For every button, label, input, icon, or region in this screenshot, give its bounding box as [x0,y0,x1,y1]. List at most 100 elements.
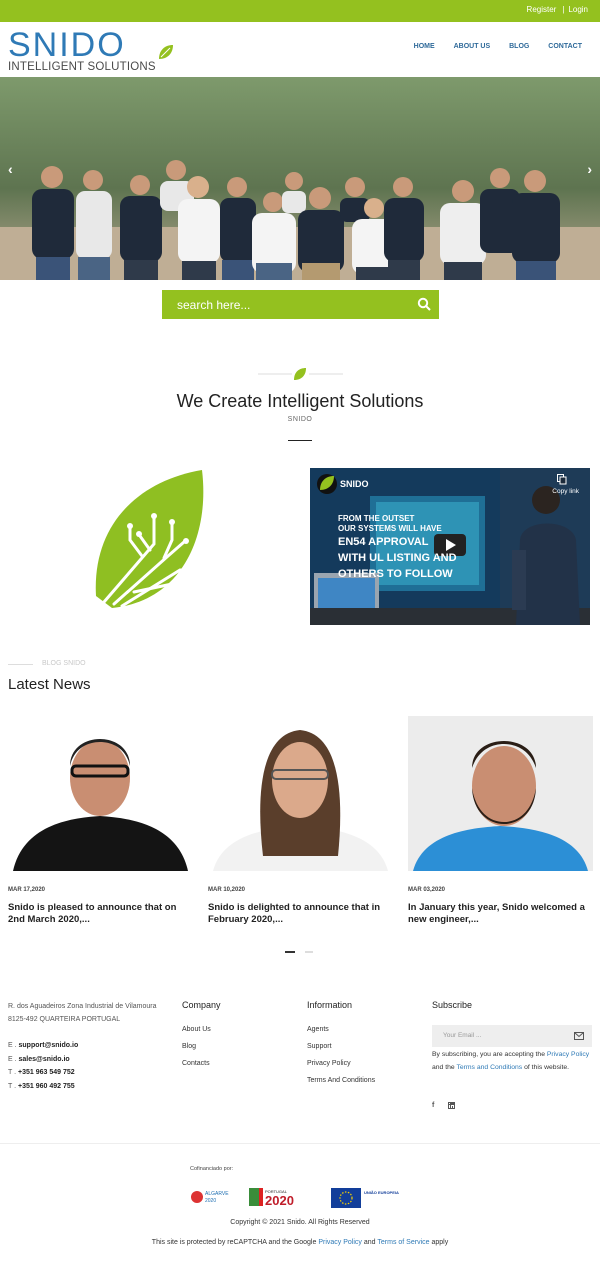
recaptcha-text: This site is protected by reCAPTCHA and … [151,1239,317,1246]
recaptcha-and: and [363,1239,376,1246]
contact-phone[interactable]: +351 960 492 755 [18,1083,75,1090]
portugal-logo-year: 2020 [265,1193,294,1208]
contact-label: T . [8,1082,17,1090]
news-title[interactable]: In January this year, Snido welcomed a n… [408,902,593,926]
logo-subtitle: INTELLIGENT SOLUTIONS [8,61,156,73]
contact-label: T . [8,1069,17,1076]
news-card[interactable]: MAR 03,2020 In January this year, Snido … [408,716,593,925]
news-card[interactable]: MAR 17,2020 Snido is pleased to announce… [8,716,193,925]
video-line-1: FROM THE OUTSET [338,514,415,523]
contact-row: T . +351 960 492 755 [8,1080,78,1094]
kicker-line [8,664,33,665]
footer-link-agents[interactable]: Agents [307,1026,375,1043]
video-line-3: EN54 APPROVAL [338,536,429,548]
contact-row: T . +351 963 549 752 [8,1066,78,1080]
google-terms-link[interactable]: Terms of Service [377,1239,429,1246]
hero-slider: ‹ › [0,77,600,280]
contact-label: E . [8,1055,17,1063]
leaf-ornament-icon [258,368,343,380]
video-embed[interactable]: SNIDO Copy link FROM THE OUTSET OUR SYST… [310,468,590,625]
news-kicker: BLOG SNIDO [42,660,86,667]
portugal-2020-logo: PORTUGAL 2020 [249,1188,294,1208]
contact-row: E . sales@snido.io [8,1053,78,1067]
news-card[interactable]: MAR 10,2020 Snido is delighted to announ… [208,716,393,925]
contact-row: E . support@snido.io [8,1039,78,1053]
google-privacy-link[interactable]: Privacy Policy [318,1239,362,1246]
contact-email[interactable]: support@snido.io [19,1042,79,1049]
main-nav: HOME ABOUT US BLOG CONTACT [397,43,582,50]
algarve-logo-text: ALGARVE [205,1191,229,1197]
title-divider [288,440,312,441]
news-date: MAR 17,2020 [8,887,46,893]
logo-wordmark: SNIDO [8,26,126,64]
footer-subscribe: Subscribe [432,1000,472,1026]
slider-next-button[interactable]: › [587,161,592,177]
footer-address: R. dos Aguadeiros Zona Industrial de Vil… [8,1003,157,1023]
carousel-dot[interactable] [305,951,313,953]
search-icon[interactable] [417,297,431,311]
footer-link-terms[interactable]: Terms And Conditions [307,1077,375,1094]
nav-contact[interactable]: CONTACT [548,43,582,50]
consent-text: and the [432,1064,455,1071]
video-line-4: WITH UL LISTING AND [338,552,457,564]
carousel-dot-active[interactable] [285,951,295,953]
cofinanced-label: Cofinanciado por: [190,1166,234,1172]
logo[interactable]: SNIDO INTELLIGENT SOLUTIONS [8,26,173,73]
email-field[interactable]: Your Email ... [432,1025,592,1047]
footer-information: Information Agents Support Privacy Polic… [307,1000,375,1094]
social-links: f [432,1102,456,1109]
team-photo [0,77,600,280]
nav-home[interactable]: HOME [414,43,435,50]
subscribe-consent: By subscribing, you are accepting the Pr… [432,1048,592,1074]
video-line-5: OTHERS TO FOLLOW [338,568,453,580]
nav-about-us[interactable]: ABOUT US [454,43,491,50]
search-bar[interactable]: search here... [162,290,439,319]
envelope-icon[interactable] [574,1032,584,1040]
recaptcha-notice: This site is protected by reCAPTCHA and … [0,1239,600,1246]
news-date: MAR 03,2020 [408,887,446,893]
contact-phone[interactable]: +351 963 549 752 [18,1069,75,1076]
facebook-icon[interactable]: f [432,1102,434,1109]
account-links: Register | Login [521,5,588,14]
news-date: MAR 10,2020 [208,887,246,893]
circuit-leaf-icon [95,470,204,608]
footer-link-about-us[interactable]: About Us [182,1026,221,1043]
footer-link-support[interactable]: Support [307,1043,375,1060]
contact-label: E . [8,1042,17,1049]
privacy-policy-link[interactable]: Privacy Policy [547,1051,589,1058]
eu-logo: UNIÃO EUROPEIA [331,1188,399,1208]
top-bar: Register | Login [0,0,600,22]
footer-divider [0,1143,600,1144]
funding-logos: ALGARVE 2020 PORTUGAL 2020 UNIÃO EUROPEI… [191,1188,399,1208]
news-photo [408,716,593,871]
footer-contacts: E . support@snido.io E . sales@snido.io … [8,1039,78,1093]
news-title[interactable]: Snido is delighted to announce that in F… [208,902,393,926]
footer-link-privacy[interactable]: Privacy Policy [307,1060,375,1077]
register-link[interactable]: Register [527,5,557,14]
footer-link-contacts[interactable]: Contacts [182,1060,221,1077]
consent-text: of this website. [524,1064,570,1071]
separator: | [562,5,565,14]
news-title[interactable]: Snido is pleased to announce that on 2nd… [8,902,193,926]
copy-link-button[interactable]: Copy link [552,488,579,495]
site-header: SNIDO INTELLIGENT SOLUTIONS HOME ABOUT U… [0,22,600,77]
algarve-logo-year: 2020 [205,1198,216,1204]
news-photo [8,716,193,871]
footer-link-blog[interactable]: Blog [182,1043,221,1060]
linkedin-icon[interactable] [448,1102,456,1109]
recaptcha-text: apply [431,1239,449,1246]
login-link[interactable]: Login [568,5,588,14]
nav-blog[interactable]: BLOG [509,43,529,50]
section-subtitle: SNIDO [287,416,313,423]
terms-link[interactable]: Terms and Conditions [456,1064,522,1071]
contact-email[interactable]: sales@snido.io [19,1056,70,1063]
video-overlay-text: FROM THE OUTSET OUR SYSTEMS WILL HAVE EN… [338,514,457,582]
subscribe-heading: Subscribe [432,1000,473,1010]
copy-icon[interactable] [557,474,567,485]
consent-text: By subscribing, you are accepting the [432,1051,545,1058]
company-heading: Company [182,1000,221,1010]
search-input[interactable]: search here... [177,298,250,312]
slider-prev-button[interactable]: ‹ [8,161,13,177]
leaf-icon [159,45,173,59]
copyright: Copyright © 2021 Snido. All Rights Reser… [230,1219,370,1226]
